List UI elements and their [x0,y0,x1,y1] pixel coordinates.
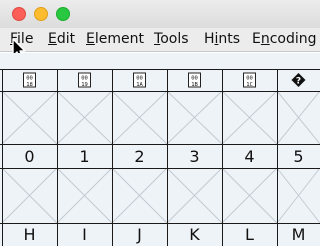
glyph-cell-label[interactable]: 2 [112,148,167,166]
hex-code-high: 00 [191,76,198,82]
hex-code-low: 19 [81,82,88,88]
menu-hints-prefix: H [204,31,215,47]
glyph-cell-label[interactable]: J [112,226,167,244]
hex-code-high: 00 [26,76,33,82]
menu-tools[interactable]: Tools [154,31,189,48]
menu-element[interactable]: Element [86,31,144,48]
menu-hints[interactable]: Hints [204,31,240,48]
menu-bar: File Edit Element Tools Hints Encoding [0,28,320,52]
menu-edit-rest: dit [56,31,76,47]
glyph-cell-label[interactable]: 1 [57,148,112,166]
glyph-cell-label[interactable]: 4 [222,148,277,166]
glyph-cell-label[interactable]: H [2,226,57,244]
glyph-cell-label[interactable]: K [167,226,222,244]
glyph-cell-label[interactable]: I [57,226,112,244]
glyph-grid[interactable]: 00 18 00 19 00 1A 00 1B 00 1C? 012345HIJKLM [0,53,320,246]
zoom-window-button[interactable] [56,7,70,21]
menu-encoding[interactable]: Encoding [252,31,317,48]
glyph-cell-label[interactable]: 3 [167,148,222,166]
menu-edit[interactable]: Edit [48,31,75,48]
menu-element-mnemonic: E [86,31,95,47]
menu-encoding-prefix: E [252,31,261,47]
menu-encoding-mnemonic: n [260,31,270,47]
glyph-cell-label[interactable]: 0 [2,148,57,166]
hex-code-low: 1A [136,82,143,88]
menu-element-rest: lement [94,31,144,47]
menu-edit-mnemonic: E [48,31,57,47]
hex-code-high: 00 [246,76,253,82]
hex-code-high: 00 [136,76,143,82]
minimize-window-button[interactable] [34,7,48,21]
glyph-cell-label[interactable]: L [222,226,277,244]
menu-tools-rest: ools [160,31,189,47]
menu-hints-rest: nts [218,31,241,47]
hex-code-low: 1C [246,82,253,88]
glyph-cell-label[interactable]: 5 [277,148,320,166]
hex-code-low: 18 [26,82,33,88]
glyph-cell-label[interactable]: M [277,226,320,244]
hex-code-high: 00 [81,76,88,82]
replacement-glyph-mark: ? [296,77,301,87]
close-window-button[interactable] [12,7,26,21]
hex-code-low: 1B [191,82,198,88]
title-bar [0,0,320,28]
menu-encoding-rest: coding [269,31,317,47]
